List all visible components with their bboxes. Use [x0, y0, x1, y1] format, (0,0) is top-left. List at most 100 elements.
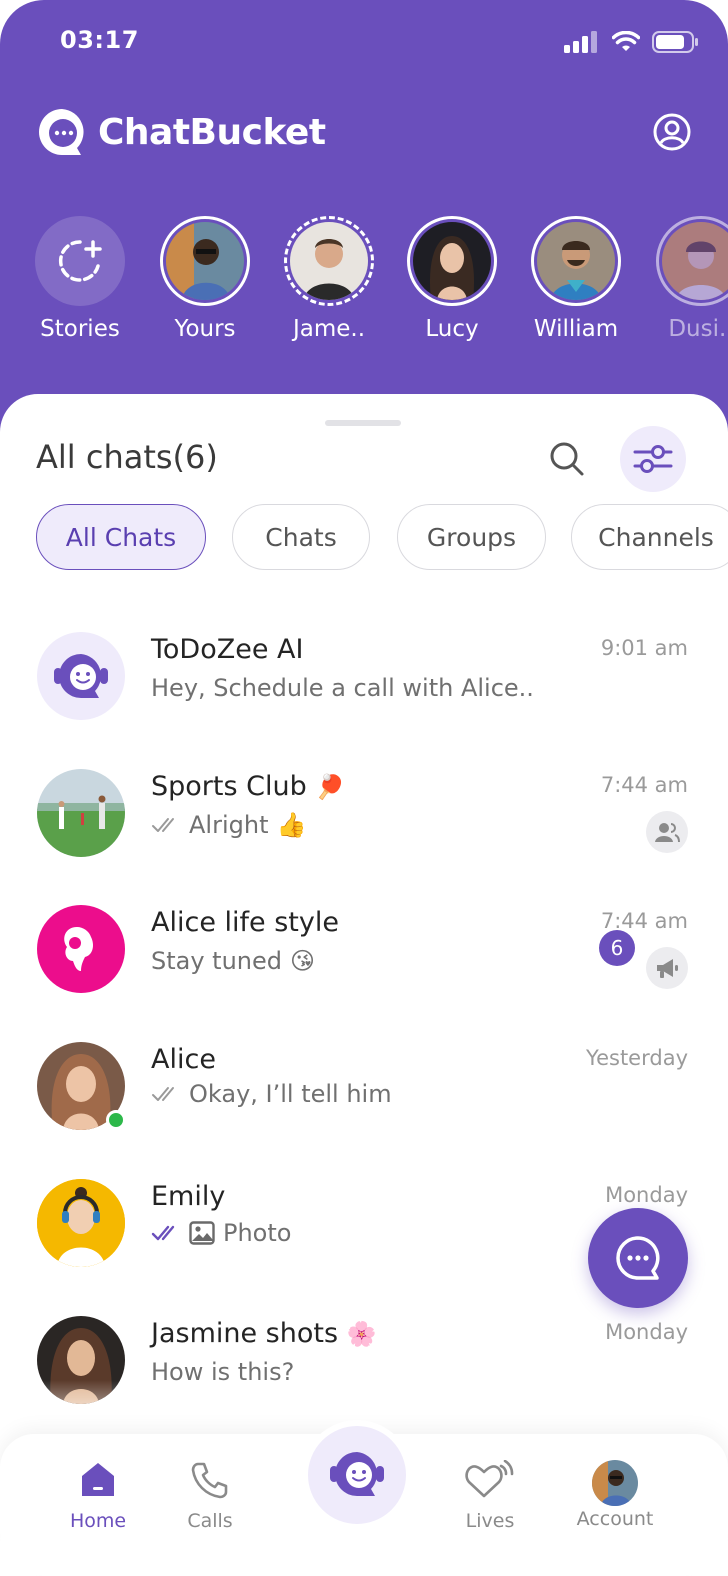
filter-chip-all-chats[interactable]: All Chats: [36, 504, 206, 570]
kiss-emoji: 😘: [290, 947, 316, 975]
signal-icon: [564, 31, 597, 53]
story-name: Jame..: [292, 316, 366, 342]
status-time: 03:17: [60, 26, 139, 54]
chat-name: Alice: [151, 1044, 216, 1075]
nav-account[interactable]: Account: [560, 1460, 670, 1530]
chat-time: 9:01 am: [600, 636, 688, 660]
ping-pong-emoji: 🏓: [315, 773, 346, 801]
nav-label: Account: [576, 1508, 654, 1530]
chat-row-sports-club[interactable]: Sports Club 🏓 Alright 👍 7:44 am: [0, 761, 728, 897]
chat-name: ToDoZee AI: [151, 634, 304, 665]
app-name: ChatBucket: [98, 111, 326, 153]
story-avatar: [413, 222, 491, 300]
app-logo: ChatBucket: [36, 106, 326, 158]
chat-last-message: Okay, I’ll tell him: [151, 1080, 392, 1108]
add-story-icon: [58, 240, 102, 282]
nav-home[interactable]: Home: [43, 1460, 153, 1532]
search-button[interactable]: [548, 440, 586, 478]
chat-last-message: Photo: [151, 1219, 291, 1247]
chat-message-text: Hey, Schedule a call with Alice..: [151, 674, 534, 702]
story-avatar: [662, 222, 728, 300]
chat-avatar: [37, 1179, 125, 1267]
chat-name: Jasmine shots 🌸: [151, 1318, 377, 1349]
group-icon: [655, 823, 680, 843]
nav-calls[interactable]: Calls: [155, 1460, 265, 1532]
nav-label: Lives: [465, 1510, 515, 1532]
story-jame[interactable]: Jame..: [274, 216, 384, 342]
thumbs-up-emoji: 👍: [276, 811, 307, 839]
chat-name: Alice life style: [151, 907, 339, 938]
chat-avatar: [37, 905, 125, 993]
chat-bubble-icon: [616, 1236, 660, 1280]
chat-name: Emily: [151, 1181, 226, 1212]
filter-chip-groups[interactable]: Groups: [397, 504, 546, 570]
unread-count-badge: 6: [599, 930, 635, 966]
silhouette-logo-icon: [64, 927, 93, 971]
chat-filters: All Chats Chats Groups Channels: [36, 504, 728, 572]
nav-label: Home: [69, 1510, 127, 1532]
megaphone-icon: [657, 959, 678, 978]
drag-handle[interactable]: [325, 420, 401, 426]
photo-icon: [189, 1221, 215, 1245]
nav-lives[interactable]: Lives: [435, 1459, 545, 1532]
chat-avatar: [37, 632, 125, 720]
chat-name-text: Sports Club: [151, 771, 307, 802]
chat-time: Monday: [605, 1320, 688, 1344]
story-name: Yours: [174, 316, 236, 342]
chats-title: All chats(6): [36, 438, 218, 476]
story-name: Dusi..: [668, 316, 728, 342]
story-yours[interactable]: Yours: [150, 216, 260, 342]
story-add[interactable]: Stories: [25, 216, 135, 342]
filter-button[interactable]: [620, 426, 686, 492]
search-icon: [550, 442, 584, 476]
profile-button[interactable]: [652, 112, 692, 152]
double-check-icon: [151, 1225, 175, 1241]
chat-last-message: Hey, Schedule a call with Alice..: [151, 674, 534, 702]
double-check-icon: [152, 1087, 174, 1101]
chat-last-message: Alright 👍: [151, 811, 306, 839]
chat-bubble-logo-icon: [39, 109, 84, 155]
chat-row-todozee-ai[interactable]: ToDoZee AI Hey, Schedule a call with Ali…: [0, 624, 728, 760]
story-ring: [656, 216, 728, 306]
user-circle-icon: [653, 113, 691, 151]
home-icon: [82, 1463, 114, 1496]
chat-time: Monday: [605, 1183, 688, 1207]
sliders-icon: [633, 445, 673, 473]
double-check-icon: [152, 818, 174, 832]
story-ring: [407, 216, 497, 306]
phone-icon: [191, 1462, 228, 1499]
bottom-nav: Home Calls Lives Account: [0, 1420, 728, 1576]
header: 03:17 ChatBucket Stories Yours Jame.. Lu…: [0, 0, 728, 460]
wifi-icon: [612, 31, 640, 51]
story-dusi[interactable]: Dusi..: [646, 216, 728, 342]
chat-name: Sports Club 🏓: [151, 771, 345, 802]
story-avatar: [290, 222, 368, 300]
add-story-button[interactable]: [35, 216, 125, 306]
chat-avatar: [37, 769, 125, 857]
story-ring: [284, 216, 374, 306]
filter-chip-chats[interactable]: Chats: [232, 504, 370, 570]
chat-message-text: Okay, I’ll tell him: [189, 1080, 392, 1108]
story-name: Lucy: [425, 316, 479, 342]
live-heart-icon: [465, 1459, 514, 1498]
new-chat-button[interactable]: [588, 1208, 688, 1308]
chat-time: 7:44 am: [600, 773, 688, 797]
story-william[interactable]: William: [521, 216, 631, 342]
nav-ai-assistant[interactable]: [302, 1420, 412, 1530]
stories-row: Stories Yours Jame.. Lucy William Dusi..: [0, 216, 728, 356]
chat-message-text: Stay tuned: [151, 947, 283, 975]
chat-time: Yesterday: [586, 1046, 688, 1070]
chat-name-text: Jasmine shots: [151, 1318, 339, 1349]
chat-row-alice[interactable]: Alice Okay, I’ll tell him Yesterday: [0, 1034, 728, 1170]
story-ring: [531, 216, 621, 306]
story-name: William: [533, 316, 619, 342]
filter-chip-channels[interactable]: Channels: [571, 504, 728, 570]
nav-label: Calls: [187, 1510, 233, 1532]
account-avatar: [592, 1460, 638, 1506]
online-status-dot: [106, 1110, 126, 1130]
chat-last-message: Stay tuned 😘: [151, 947, 315, 975]
app-screen: 03:17 ChatBucket Stories Yours Jame.. Lu…: [0, 0, 728, 1576]
ai-bot-icon: [330, 1452, 384, 1496]
story-lucy[interactable]: Lucy: [397, 216, 507, 342]
status-icons: [564, 30, 700, 54]
